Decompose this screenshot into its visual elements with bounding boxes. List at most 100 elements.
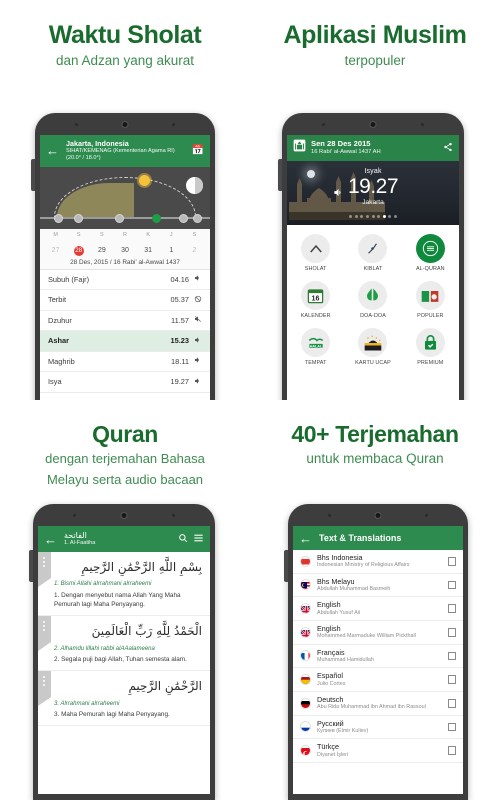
flag-indonesia-icon — [300, 555, 311, 567]
prayer-name: Subuh (Fajr) — [48, 274, 90, 284]
speaker-icon[interactable] — [194, 336, 202, 346]
translation-row[interactable]: Русский Кулиев (Elmir Kuliev) — [293, 716, 463, 740]
prayer-row[interactable]: Terbit 05.37 — [40, 290, 210, 311]
calendar-date-cell[interactable]: 2 — [183, 239, 206, 257]
search-icon[interactable] — [178, 533, 188, 546]
carousel-dot[interactable] — [365, 215, 369, 218]
prayer-name: Terbit — [48, 295, 67, 305]
translation-checkbox[interactable] — [447, 580, 456, 590]
translation-row[interactable]: Deutsch Abu Rida Muhammad ibn Ahmad ibn R… — [293, 692, 463, 716]
verse-options-icon[interactable] — [38, 671, 51, 707]
arrow-left-icon[interactable]: ← — [46, 144, 59, 157]
translation-row[interactable]: English Mohammed Marmaduke William Pickth… — [293, 621, 463, 645]
translation-checkbox[interactable] — [447, 557, 456, 566]
translation-checkbox[interactable] — [447, 651, 456, 661]
translation-checkbox[interactable] — [447, 746, 456, 755]
translation-row[interactable]: Bhs Indonesia Indonesian Ministry of Reli… — [293, 550, 463, 574]
translation-row[interactable]: Français Muhammad Hamidullah — [293, 645, 463, 669]
carousel-dot[interactable] — [393, 215, 397, 218]
feature-cell-al-quran[interactable]: AL-QURAN — [402, 230, 459, 277]
flag-spain-icon — [300, 674, 311, 686]
translation-checkbox[interactable] — [447, 699, 456, 708]
verse-options-icon[interactable] — [38, 552, 51, 587]
translation-row[interactable]: Türkçe Diyanet İşleri — [293, 739, 463, 763]
calendar-icon[interactable]: 📅 — [192, 145, 204, 156]
feature-cell-kalender[interactable]: 16 KALENDER — [287, 277, 344, 324]
timeline-dot-active[interactable] — [152, 213, 162, 223]
timeline-dot[interactable] — [193, 213, 202, 223]
carousel-dot[interactable] — [354, 215, 358, 218]
praying-hands-icon — [358, 281, 388, 310]
calendar-date-cell[interactable]: 30 — [113, 239, 136, 257]
translation-checkbox[interactable] — [447, 722, 456, 732]
speaker-grill-icon — [425, 514, 429, 517]
carousel-dot[interactable] — [371, 215, 375, 218]
screen-title: Text & Translations — [319, 533, 402, 543]
prayer-row[interactable]: Subuh (Fajr) 04.16 — [40, 270, 210, 291]
quran-verse[interactable]: الْحَمْدُ لِلَّهِ رَبِّ الْعَالَمِينَ 2. … — [38, 616, 210, 672]
calendar-date-cell[interactable]: 1 — [160, 239, 183, 257]
flag-uk-icon — [300, 603, 311, 615]
page-subtitle-line1: dengan terjemahan Bahasa — [45, 451, 205, 467]
timeline-dot[interactable] — [74, 213, 83, 223]
prayer-row[interactable]: Dzuhur 11.57 — [40, 311, 210, 332]
arrow-left-icon[interactable]: ← — [299, 532, 312, 545]
translation-language: Русский — [317, 718, 344, 728]
feature-cell-doa-doa[interactable]: DOA-DOA — [344, 277, 401, 324]
translation-row[interactable]: Bhs Melayu Abdullah Muhammad Basmeih — [293, 574, 463, 598]
muted-icon[interactable] — [194, 295, 202, 305]
translation-checkbox[interactable] — [447, 628, 456, 637]
panel-1-header: Waktu Sholat dan Adzan yang akurat — [0, 0, 250, 70]
feature-cell-tempat[interactable]: HALAL TEMPAT — [287, 324, 344, 371]
prayer-time: 11.57 — [171, 315, 189, 325]
speaker-icon[interactable] — [194, 356, 202, 366]
hamburger-menu-icon[interactable] — [193, 533, 204, 546]
feature-cell-kiblat[interactable]: KIBLAT — [344, 230, 401, 277]
carousel-dot[interactable] — [349, 215, 353, 218]
open-book-icon — [415, 281, 445, 310]
page-title: 40+ Terjemahan — [291, 421, 459, 447]
timeline-dot[interactable] — [114, 213, 124, 223]
speaker-icon[interactable] — [194, 274, 202, 284]
feature-cell-populer[interactable]: POPULER — [402, 277, 459, 324]
calendar-date-label: 27 — [51, 246, 60, 254]
speaker-grill-icon — [171, 514, 175, 517]
feature-label: POPULER — [417, 313, 444, 319]
carousel-dot[interactable] — [377, 215, 381, 218]
feature-cell-kartu-ucap[interactable]: KARTU UCAP — [344, 324, 401, 371]
translation-row[interactable]: Español Julio Cortes — [293, 668, 463, 692]
calendar-date-cell[interactable]: 31 — [137, 239, 160, 257]
calendar-date-cell[interactable]: 29 — [90, 239, 113, 257]
sensor-icon — [73, 514, 77, 517]
quran-verse[interactable]: الرَّحْمَٰنِ الرَّحِيمِ 3. Alrrahmani alr… — [38, 671, 210, 727]
calendar-date-cell[interactable]: 28 — [67, 239, 90, 257]
phone-bezel-top — [288, 504, 468, 526]
translation-row[interactable]: English Abdullah Yusuf Ali — [293, 597, 463, 621]
phone-mockup-2: Sen 28 Des 2015 16 Rabi' al-Awwal 1437 A… — [278, 113, 464, 400]
feature-cell-sholat[interactable]: SHOLAT — [287, 230, 344, 277]
carousel-dot[interactable] — [388, 215, 392, 218]
speaker-icon[interactable] — [194, 377, 202, 387]
quran-verse[interactable]: بِسْمِ اللَّهِ الرَّحْمَٰنِ الرَّحِيمِ 1.… — [38, 552, 210, 617]
arrow-left-icon[interactable]: ← — [44, 533, 57, 546]
calendar-day-letter: S — [90, 231, 113, 239]
speaker-off-icon[interactable] — [194, 315, 202, 325]
prayer-row[interactable]: Isya 19.27 — [40, 372, 210, 393]
timeline-dot[interactable] — [53, 213, 63, 223]
carousel-dots[interactable] — [287, 205, 459, 223]
feature-cell-premium[interactable]: PREMIUM — [402, 324, 459, 371]
share-icon[interactable] — [443, 142, 453, 155]
translation-checkbox[interactable] — [447, 675, 456, 684]
verse-options-icon[interactable] — [38, 616, 51, 652]
prayer-name: Maghrib — [48, 356, 75, 366]
moon-phase-icon[interactable] — [186, 176, 203, 194]
timeline-dot[interactable] — [179, 213, 189, 223]
calendar-date-cell[interactable]: 27 — [44, 239, 67, 257]
carousel-dot[interactable] — [382, 215, 386, 218]
carousel-dot[interactable] — [360, 215, 364, 218]
translation-checkbox[interactable] — [447, 604, 456, 613]
prayer-row-active[interactable]: Ashar 15.23 — [40, 331, 210, 352]
next-prayer-hero[interactable]: Isyak 19.27 Jakarta — [287, 161, 459, 225]
prayer-row[interactable]: Maghrib 18.11 — [40, 352, 210, 373]
flag-germany-icon — [300, 697, 311, 709]
